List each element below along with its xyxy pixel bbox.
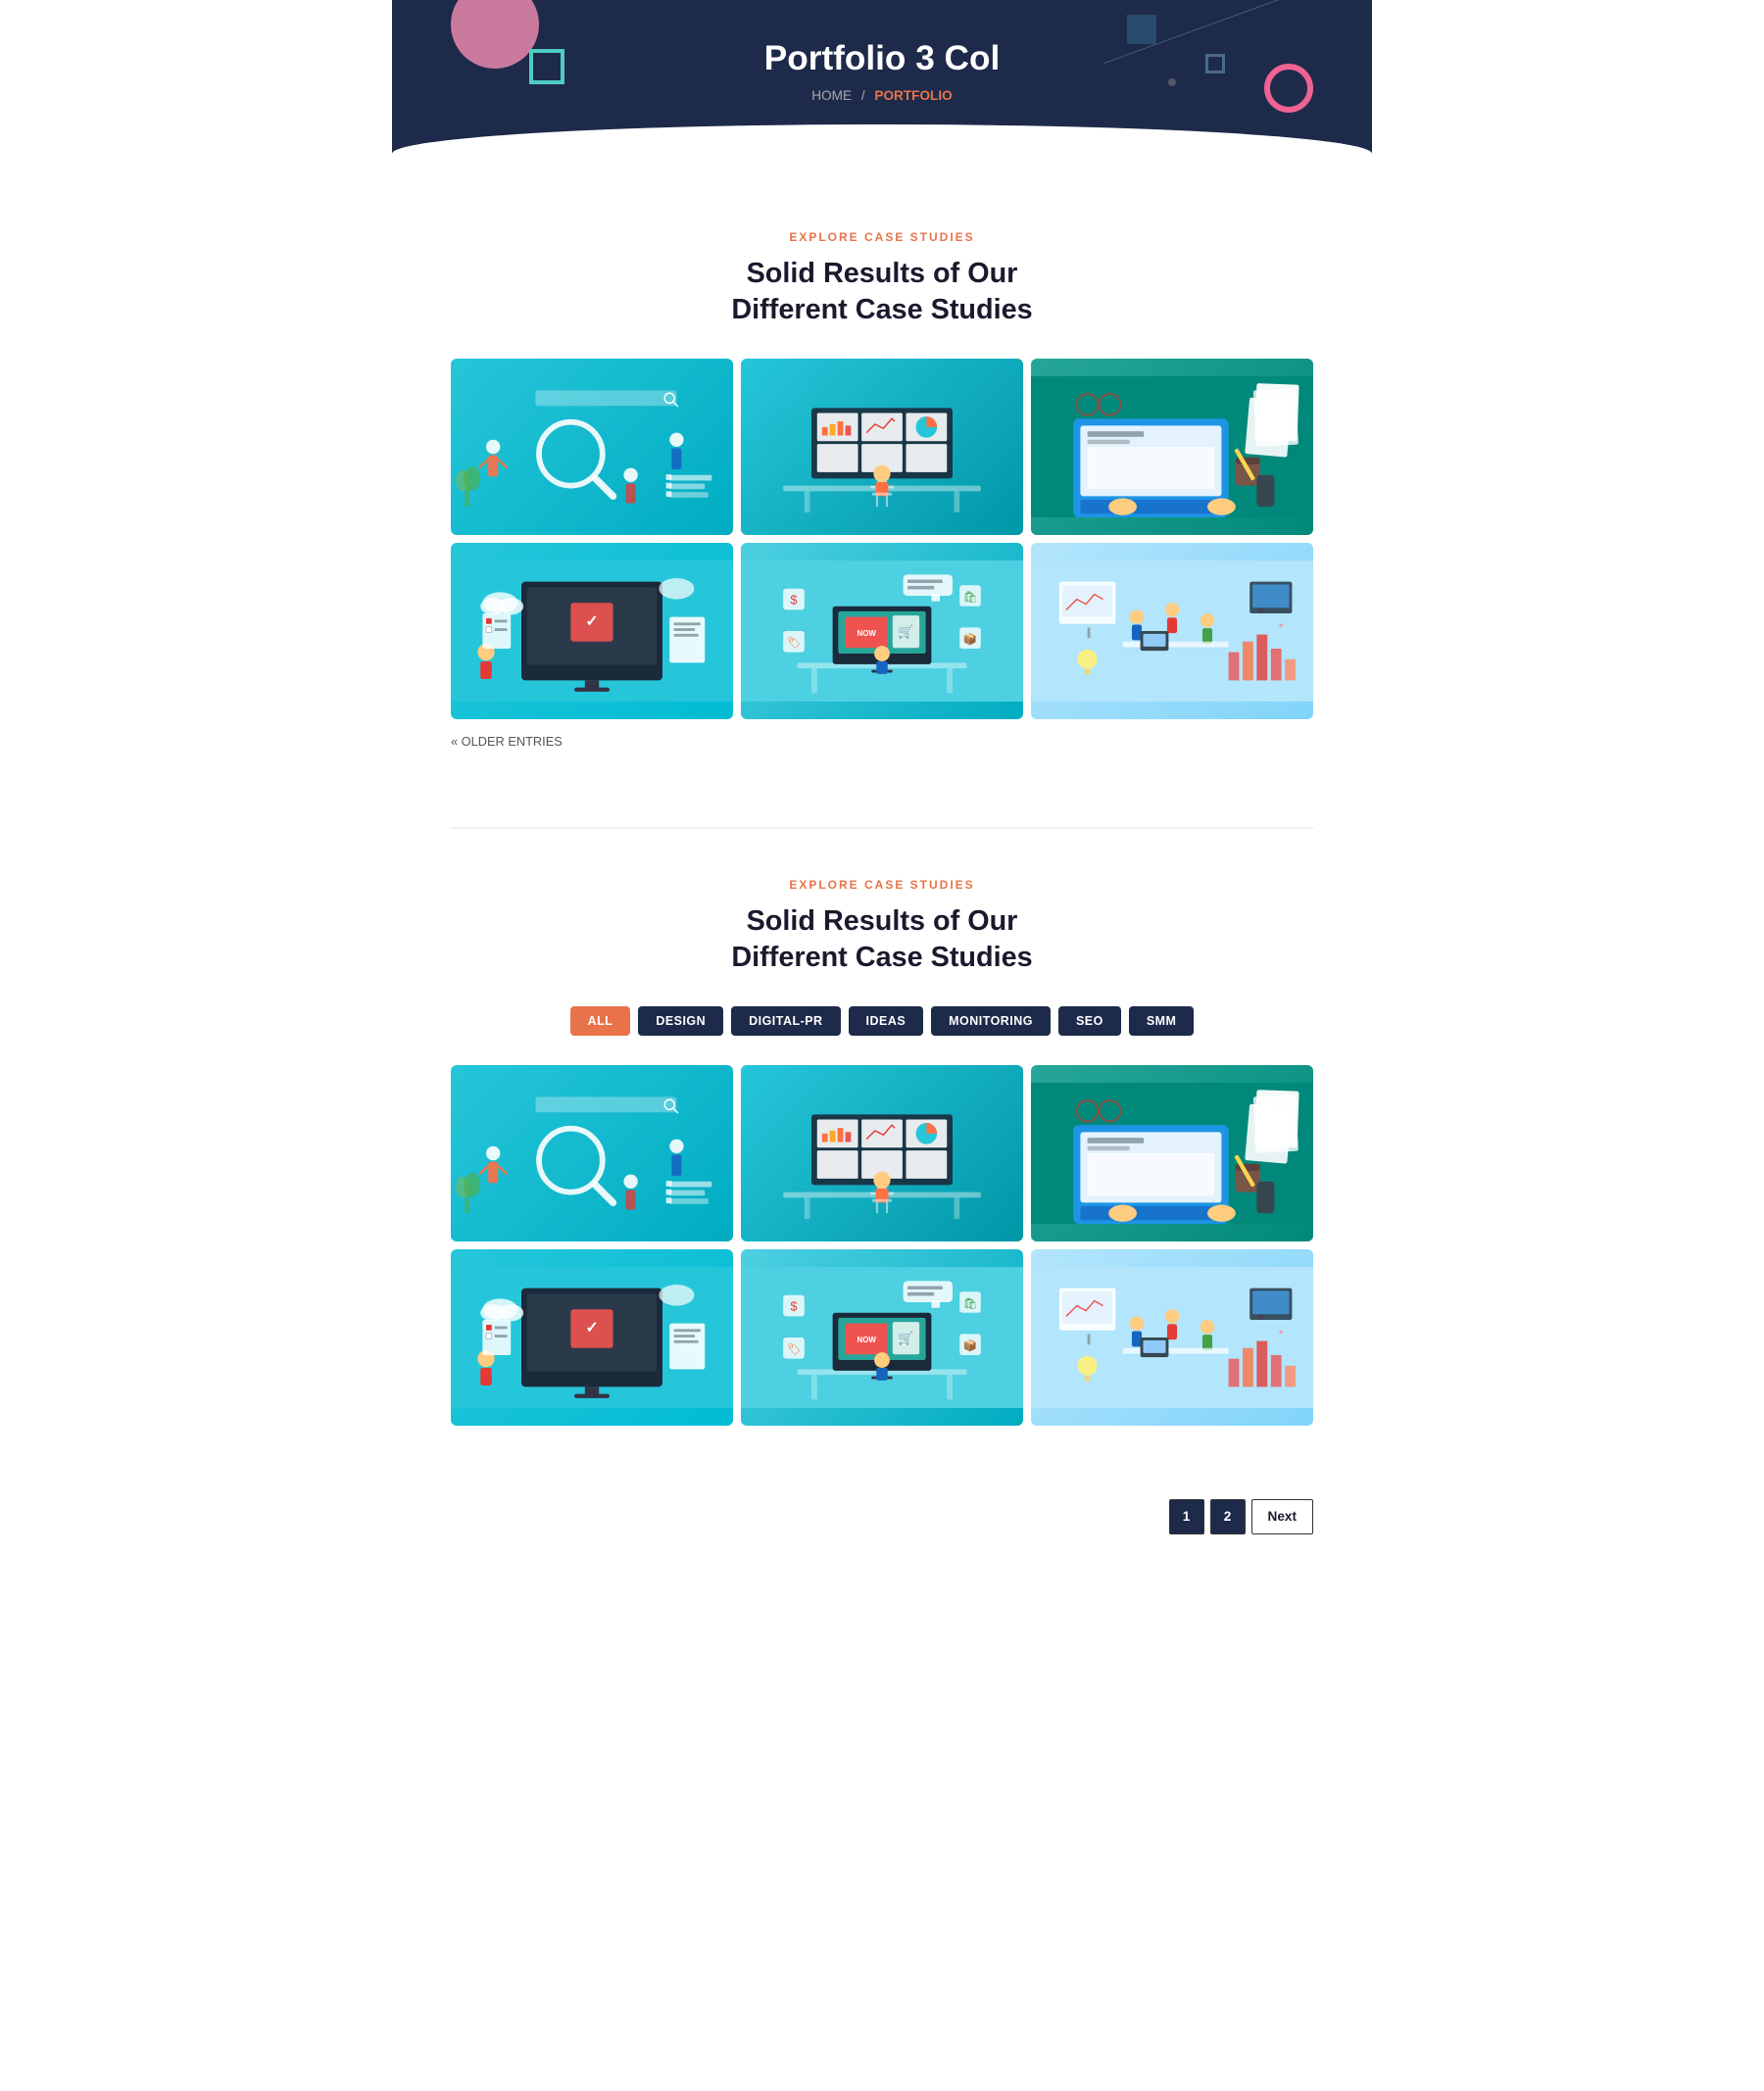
svg-text:★: ★ <box>1278 1327 1284 1336</box>
portfolio-item-11[interactable]: NOW 🛒 $ 🛍 🏷 📦 <box>741 1249 1023 1426</box>
section-1-title: Solid Results of Our Different Case Stud… <box>451 256 1313 329</box>
filter-bar: ALL DESIGN DIGITAL-PR IDEAS MONITORING S… <box>451 1006 1313 1036</box>
portfolio-item-12[interactable]: ★ ★ <box>1031 1249 1313 1426</box>
section-1-label: EXPLORE CASE STUDIES <box>451 230 1313 244</box>
page-title: Portfolio 3 Col <box>412 39 1352 78</box>
older-entries-link[interactable]: « OLDER ENTRIES <box>451 734 563 749</box>
svg-text:✓: ✓ <box>585 1320 598 1337</box>
section-2-title-line1: Solid Results of Our <box>747 905 1018 937</box>
portfolio-grid-2: ✓ <box>451 1065 1313 1426</box>
portfolio-item-8[interactable] <box>741 1065 1023 1241</box>
section-2-title-line2: Different Case Studies <box>731 942 1032 973</box>
filter-design[interactable]: DESIGN <box>638 1006 723 1036</box>
filter-all[interactable]: ALL <box>570 1006 631 1036</box>
portfolio-item-7[interactable] <box>451 1065 733 1241</box>
svg-text:🛍: 🛍 <box>963 590 978 604</box>
svg-text:🛒: 🛒 <box>898 624 913 639</box>
filter-monitoring[interactable]: MONITORING <box>931 1006 1051 1036</box>
svg-text:NOW: NOW <box>857 629 876 638</box>
page-header: Portfolio 3 Col HOME / PORTFOLIO <box>392 0 1372 181</box>
filter-seo[interactable]: SEO <box>1058 1006 1121 1036</box>
breadcrumb: HOME / PORTFOLIO <box>412 88 1352 103</box>
portfolio-item-9[interactable] <box>1031 1065 1313 1241</box>
svg-text:🏷: 🏷 <box>787 637 802 650</box>
filter-digital-pr[interactable]: DIGITAL-PR <box>731 1006 840 1036</box>
section-2-label: EXPLORE CASE STUDIES <box>451 878 1313 892</box>
breadcrumb-home[interactable]: HOME <box>811 88 852 103</box>
svg-text:NOW: NOW <box>857 1336 876 1344</box>
svg-text:📦: 📦 <box>963 1338 977 1352</box>
svg-text:📦: 📦 <box>963 632 977 646</box>
portfolio-item-2[interactable] <box>741 359 1023 535</box>
filter-ideas[interactable]: IDEAS <box>849 1006 924 1036</box>
breadcrumb-current: PORTFOLIO <box>874 88 952 103</box>
svg-text:$: $ <box>790 592 797 607</box>
portfolio-item-10[interactable]: ✓ <box>451 1249 733 1426</box>
pagination: 1 2 Next <box>392 1480 1372 1574</box>
portfolio-item-3[interactable] <box>1031 359 1313 535</box>
filter-smm[interactable]: SMM <box>1129 1006 1195 1036</box>
portfolio-item-1[interactable] <box>451 359 733 535</box>
breadcrumb-sep: / <box>861 88 865 103</box>
section-1: EXPLORE CASE STUDIES Solid Results of Ou… <box>392 181 1372 827</box>
portfolio-item-5[interactable]: NOW 🛒 $ 🛍 🏷 📦 <box>741 543 1023 719</box>
portfolio-grid-1: ✓ <box>451 359 1313 719</box>
page-1-button[interactable]: 1 <box>1169 1499 1204 1534</box>
section-1-title-line1: Solid Results of Our <box>747 258 1018 289</box>
portfolio-item-6[interactable]: ★ ★ <box>1031 543 1313 719</box>
page-2-button[interactable]: 2 <box>1210 1499 1246 1534</box>
svg-text:🏷: 🏷 <box>787 1343 802 1356</box>
svg-text:🛍: 🛍 <box>963 1296 978 1310</box>
next-button[interactable]: Next <box>1251 1499 1313 1534</box>
section-2: EXPLORE CASE STUDIES Solid Results of Ou… <box>392 829 1372 1480</box>
svg-text:$: $ <box>790 1298 797 1313</box>
svg-text:★: ★ <box>1278 620 1284 629</box>
section-2-title: Solid Results of Our Different Case Stud… <box>451 903 1313 977</box>
portfolio-item-4[interactable]: ✓ <box>451 543 733 719</box>
older-entries[interactable]: « OLDER ENTRIES <box>451 734 1313 749</box>
svg-text:✓: ✓ <box>585 613 598 630</box>
section-1-title-line2: Different Case Studies <box>731 294 1032 325</box>
svg-text:🛒: 🛒 <box>898 1331 913 1345</box>
deco-dot <box>1168 78 1176 86</box>
